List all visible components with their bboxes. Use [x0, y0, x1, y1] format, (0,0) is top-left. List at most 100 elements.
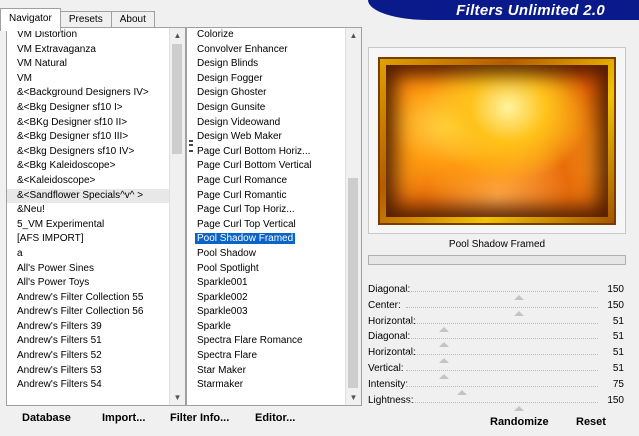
category-item[interactable]: &<Background Designers IV>: [7, 86, 170, 101]
tab-navigator[interactable]: Navigator: [0, 8, 61, 31]
category-item[interactable]: VM Natural: [7, 57, 170, 72]
filter-item[interactable]: Colorize: [187, 28, 346, 43]
parameter-label: Intensity:: [368, 378, 409, 390]
filter-item[interactable]: Page Curl Top Horiz...: [187, 203, 346, 218]
filter-info-button[interactable]: Filter Info...: [170, 412, 229, 424]
filter-item-label: Page Curl Romance: [197, 174, 288, 186]
category-item[interactable]: &<BKg Designer sf10 II>: [7, 116, 170, 131]
parameter-value: 51: [612, 347, 624, 359]
category-item[interactable]: &<Sandflower Specials^v^ >: [7, 188, 170, 204]
category-list[interactable]: VM Distortion VM Extravaganza VM Natural VM…: [7, 28, 170, 393]
filter-item-label: Spectra Flare: [197, 350, 258, 362]
filter-item[interactable]: Page Curl Bottom Horiz...: [187, 145, 346, 160]
parameter-slider[interactable]: [406, 306, 598, 316]
slider-thumb-icon[interactable]: [514, 405, 525, 411]
randomize-button[interactable]: Randomize: [490, 416, 549, 428]
category-item[interactable]: &<Bkg Designer sf10 III>: [7, 130, 170, 145]
filter-item[interactable]: Starmaker: [187, 378, 346, 393]
filter-item[interactable]: Pool Spotlight: [187, 262, 346, 277]
filter-item-label: Sparkle: [197, 320, 231, 332]
filter-item-label: Colorize: [197, 29, 234, 40]
filter-item[interactable]: Design Fogger: [187, 72, 346, 87]
app-title: Filters Unlimited 2.0: [456, 2, 605, 19]
editor-button[interactable]: Editor...: [255, 412, 295, 424]
parameter-row: Vertical: 51: [366, 362, 628, 379]
progress-bar: [368, 255, 626, 265]
scroll-up-icon[interactable]: ▲: [346, 28, 361, 43]
import-button[interactable]: Import...: [102, 412, 145, 424]
filter-item[interactable]: Page Curl Romance: [187, 174, 346, 189]
filter-item[interactable]: Sparkle001: [187, 276, 346, 291]
category-item[interactable]: Andrew's Filters 39: [7, 320, 170, 335]
parameter-slider[interactable]: [406, 354, 598, 364]
filter-item[interactable]: Page Curl Romantic: [187, 189, 346, 204]
category-scrollbar[interactable]: ▲ ▼: [169, 28, 185, 405]
filter-item[interactable]: Sparkle002: [187, 291, 346, 306]
parameter-row: Center: 150: [366, 299, 628, 316]
category-item[interactable]: VM Extravaganza: [7, 43, 170, 58]
category-item[interactable]: &<Bkg Kaleidoscope>: [7, 159, 170, 174]
parameter-label: Diagonal:: [368, 331, 411, 343]
category-item[interactable]: &<Bkg Designers sf10 IV>: [7, 145, 170, 160]
category-item[interactable]: Andrew's Filters 54: [7, 378, 170, 393]
category-item[interactable]: Andrew's Filter Collection 55: [7, 291, 170, 306]
category-item[interactable]: Andrew's Filters 53: [7, 364, 170, 379]
category-list-panel: VM Distortion VM Extravaganza VM Natural VM…: [6, 27, 186, 406]
filter-item-label: Pool Shadow: [197, 247, 256, 259]
filter-item[interactable]: Pool Shadow Framed: [187, 232, 346, 247]
parameter-row: Horizontal: 51: [366, 315, 628, 332]
filter-item[interactable]: Sparkle: [187, 320, 346, 335]
category-item-label: Andrew's Filter Collection 56: [17, 306, 144, 318]
filter-item[interactable]: Convolver Enhancer: [187, 43, 346, 58]
filter-item[interactable]: Spectra Flare Romance: [187, 334, 346, 349]
category-item[interactable]: [AFS IMPORT]: [7, 232, 170, 247]
parameter-slider[interactable]: [406, 338, 598, 348]
scroll-down-icon[interactable]: ▼: [170, 390, 185, 405]
category-item-label: &<Bkg Kaleidoscope>: [17, 160, 116, 172]
category-item[interactable]: &Neu!: [7, 203, 170, 218]
filter-item-label: Sparkle001: [197, 277, 248, 289]
parameter-slider[interactable]: [406, 401, 598, 411]
category-item[interactable]: Andrew's Filter Collection 56: [7, 305, 170, 320]
filter-item[interactable]: Design Blinds: [187, 57, 346, 72]
parameter-slider[interactable]: [406, 385, 598, 395]
category-item-label: 5_VM Experimental: [17, 218, 105, 230]
filter-scroll-thumb[interactable]: [348, 178, 358, 388]
filter-item[interactable]: Spectra Flare: [187, 349, 346, 364]
filter-list[interactable]: Colorize Convolver Enhancer Design Blinds D…: [187, 28, 346, 393]
category-item[interactable]: Andrew's Filters 52: [7, 349, 170, 364]
category-item[interactable]: Andrew's Filters 51: [7, 334, 170, 349]
filter-item[interactable]: Design Web Maker: [187, 130, 346, 145]
filter-item[interactable]: Pool Shadow: [187, 247, 346, 262]
filter-item[interactable]: Design Ghoster: [187, 86, 346, 101]
category-item-label: VM Natural: [17, 58, 68, 70]
parameter-slider[interactable]: [406, 369, 598, 379]
filter-item[interactable]: Page Curl Bottom Vertical: [187, 159, 346, 174]
reset-button[interactable]: Reset: [576, 416, 606, 428]
filter-item[interactable]: Sparkle003: [187, 305, 346, 320]
category-item[interactable]: VM: [7, 72, 170, 87]
category-item[interactable]: &<Bkg Designer sf10 I>: [7, 101, 170, 116]
category-item[interactable]: All's Power Toys: [7, 276, 170, 291]
drag-grip-icon[interactable]: [189, 140, 193, 152]
filter-item[interactable]: Star Maker: [187, 364, 346, 379]
category-scroll-thumb[interactable]: [172, 44, 182, 154]
filter-item[interactable]: Page Curl Top Vertical: [187, 218, 346, 233]
database-button[interactable]: Database: [22, 412, 71, 424]
scroll-down-icon[interactable]: ▼: [346, 390, 361, 405]
category-item[interactable]: All's Power Sines: [7, 262, 170, 277]
filter-item[interactable]: Design Videowand: [187, 116, 346, 131]
filter-item-label: Page Curl Bottom Horiz...: [197, 145, 311, 157]
filter-item-label: Design Videowand: [197, 116, 281, 128]
category-item[interactable]: &<Kaleidoscope>: [7, 174, 170, 189]
parameter-row: Lightness: 150: [366, 394, 628, 411]
parameter-slider[interactable]: [406, 322, 598, 332]
category-item-label: &<Kaleidoscope>: [17, 174, 96, 186]
filter-scrollbar[interactable]: ▲ ▼: [345, 28, 361, 405]
app-banner: Filters Unlimited 2.0: [368, 0, 639, 20]
category-item[interactable]: 5_VM Experimental: [7, 218, 170, 233]
category-item[interactable]: a: [7, 247, 170, 262]
scroll-up-icon[interactable]: ▲: [170, 28, 185, 43]
parameter-slider[interactable]: [406, 291, 598, 300]
filter-item[interactable]: Design Gunsite: [187, 101, 346, 116]
